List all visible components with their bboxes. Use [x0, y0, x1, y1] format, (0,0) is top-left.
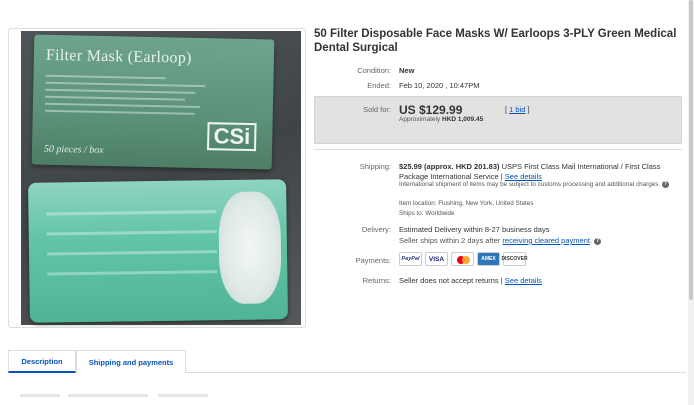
- sold-box: [314, 96, 682, 144]
- payment-logos: PayPal VISA AMEX DISCOVER: [399, 252, 528, 266]
- mastercard-orange-circle: [462, 256, 470, 264]
- bid-count: [ 1 bid ]: [505, 105, 530, 114]
- listing-page: Filter Mask (Earloop) 50 pieces / box CS…: [0, 0, 694, 405]
- box-title: Filter Mask (Earloop): [45, 46, 192, 67]
- mask-pleat: [47, 250, 218, 256]
- box-count: 50 pieces / box: [43, 143, 104, 156]
- visa-icon: VISA: [425, 252, 448, 266]
- customs-note: International shipment of items may be s…: [399, 181, 684, 190]
- box-text-line: [45, 74, 166, 80]
- shipping-approx: (approx. HKD 201.83): [424, 162, 500, 171]
- box-text-line: [45, 95, 186, 101]
- returns-label: Returns:: [362, 276, 391, 285]
- box-text-line: [45, 81, 206, 88]
- brand-logo: CSi: [207, 122, 257, 152]
- delivery-estimate: Estimated Delivery within 8-27 business …: [399, 225, 550, 234]
- shipping-value: $25.99 (approx. HKD 201.83) USPS First C…: [399, 162, 684, 182]
- cleared-payment-link[interactable]: receiving cleared payment: [502, 236, 590, 245]
- mask-bag-image: [28, 179, 288, 323]
- earloops: [218, 191, 282, 305]
- ships-suffix: .: [589, 236, 593, 245]
- returns-details-link[interactable]: See details: [505, 276, 542, 285]
- amex-icon: AMEX: [477, 252, 500, 266]
- item-image-panel[interactable]: Filter Mask (Earloop) 50 pieces / box CS…: [8, 28, 306, 328]
- shipping-price: $25.99: [399, 162, 422, 171]
- mask-pleat: [46, 210, 217, 216]
- mask-box-image: Filter Mask (Earloop) 50 pieces / box CS…: [31, 34, 275, 170]
- description-preview: [8, 390, 248, 402]
- ships-prefix: Seller ships within 2 days after: [399, 236, 501, 245]
- mastercard-icon: [451, 252, 474, 266]
- mask-pleat: [46, 230, 217, 236]
- item-location: Item location: Flushing, New York, Unite…: [399, 200, 534, 207]
- faded-text: [20, 394, 60, 397]
- discover-icon: DISCOVER: [501, 252, 528, 266]
- help-icon[interactable]: ?: [594, 237, 602, 245]
- returns-value: Seller does not accept returns | See det…: [399, 276, 542, 285]
- box-text-line: [44, 102, 200, 108]
- approx-value: HKD 1,009.45: [442, 116, 484, 123]
- ended-value: Feb 10, 2020 , 10:47PM: [399, 81, 480, 90]
- faded-text: [158, 394, 208, 397]
- mask-pleat: [47, 270, 218, 276]
- tab-description[interactable]: Description: [8, 350, 76, 373]
- box-text-line: [44, 109, 195, 115]
- item-photo[interactable]: Filter Mask (Earloop) 50 pieces / box CS…: [21, 31, 301, 325]
- sold-price: US $129.99: [399, 103, 463, 117]
- approx-prefix: Approximately: [399, 116, 441, 123]
- ships-to: Ships to: Worldwide: [399, 210, 455, 217]
- customs-note-text: International shipment of items may be s…: [399, 181, 661, 189]
- scrollbar[interactable]: [688, 0, 694, 405]
- delivery-label: Delivery:: [361, 225, 391, 234]
- payments-label: Payments:: [355, 256, 391, 265]
- paypal-icon: PayPal: [399, 252, 422, 266]
- divider: [314, 149, 682, 150]
- sold-label: Sold for:: [363, 105, 391, 114]
- item-title: 50 Filter Disposable Face Masks W/ Earlo…: [314, 28, 677, 54]
- faded-text: [68, 394, 148, 397]
- box-text-line: [45, 88, 196, 94]
- scrollbar-thumb[interactable]: [689, 0, 693, 300]
- tab-shipping-payments[interactable]: Shipping and payments: [76, 350, 186, 373]
- sold-approx: Approximately HKD 1,009.45: [399, 116, 483, 123]
- help-icon[interactable]: ?: [661, 181, 669, 188]
- condition-label: Condition:: [357, 66, 391, 75]
- returns-text: Seller does not accept returns |: [399, 276, 503, 285]
- shipping-details-link[interactable]: See details: [505, 172, 542, 181]
- delivery-ships: Seller ships within 2 days after receivi…: [399, 236, 602, 245]
- ended-label: Ended:: [367, 81, 391, 90]
- shipping-label: Shipping:: [359, 162, 391, 171]
- condition-value: New: [399, 66, 415, 75]
- bid-link[interactable]: 1 bid: [509, 105, 525, 114]
